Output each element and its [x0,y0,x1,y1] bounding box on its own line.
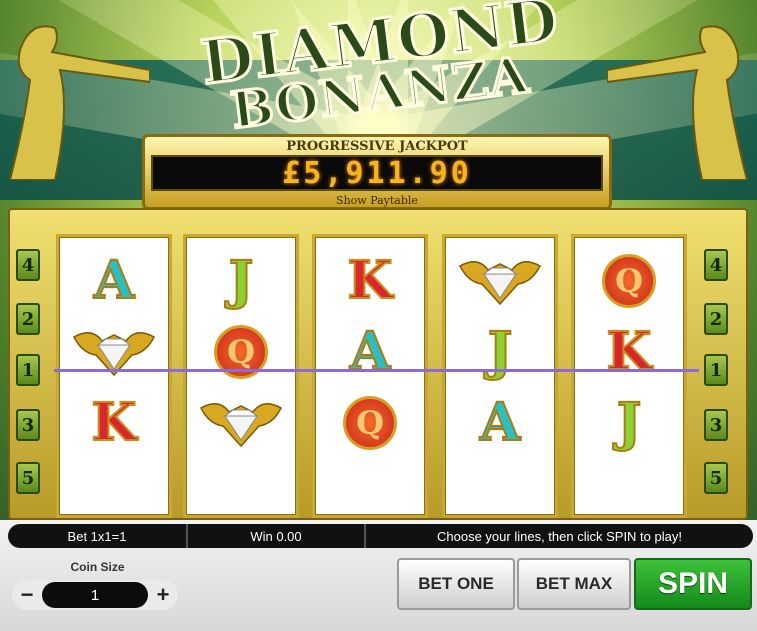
line-marker-left-4[interactable]: 4 [16,249,40,281]
art-deco-figure-right [607,25,749,180]
q-symbol: Q [602,253,656,308]
bet-max-button[interactable]: BET MAX [517,558,631,610]
line-marker-right-2[interactable]: 2 [704,303,728,335]
winged-diamond-symbol [445,245,555,316]
reel-symbol: J [186,245,296,316]
reel-symbol: Q [186,316,296,387]
art-deco-figure-left [8,25,150,180]
j-symbol: J [228,249,255,311]
spin-button[interactable]: SPIN [634,558,752,610]
reel-2: JQ [183,234,299,518]
show-paytable-link[interactable]: Show Paytable [145,194,609,207]
coin-decrease-button[interactable]: − [12,580,42,610]
line-marker-left-1[interactable]: 1 [16,354,40,386]
winged-diamond-icon [200,402,282,447]
slot-game: DIAMOND BONANZA PROGRESSIVE JACKPOT £5,9… [0,0,757,631]
reel-symbol: Q [574,245,684,316]
reel-4: JA [442,234,558,518]
line-marker-right-4[interactable]: 4 [704,249,728,281]
line-marker-left-2[interactable]: 2 [16,303,40,335]
reel-symbol: K [59,387,169,458]
status-bar: Bet 1x1=1 Win 0.00 Choose your lines, th… [8,524,753,548]
reel-symbol: A [315,316,425,387]
k-symbol: K [346,249,393,311]
reel-symbol: Q [315,387,425,458]
jackpot-display: £5,911.90 [151,155,603,191]
reel-5: QKJ [571,234,687,518]
q-symbol: Q [343,395,397,450]
reel-symbol: A [445,387,555,458]
reel-symbol: A [59,245,169,316]
line-marker-right-3[interactable]: 3 [704,409,728,441]
payline-1 [54,369,699,372]
reel-symbol: K [574,316,684,387]
reel-1: AK [56,234,172,518]
a-symbol: A [479,391,521,453]
jackpot-value: £5,911.90 [282,155,472,191]
coin-size-label: Coin Size [70,560,125,574]
line-marker-left-3[interactable]: 3 [16,409,40,441]
line-marker-right-1[interactable]: 1 [704,354,728,386]
coin-size-value: 1 [42,582,148,608]
reel-symbol: J [574,387,684,458]
bet-display: Bet 1x1=1 [8,524,188,548]
j-symbol: J [616,391,643,453]
k-symbol: K [90,391,137,453]
bet-one-button[interactable]: BET ONE [397,558,515,610]
a-symbol: A [93,249,135,311]
jackpot-panel: PROGRESSIVE JACKPOT £5,911.90 Show Payta… [142,134,612,210]
game-logo: DIAMOND BONANZA [196,0,564,142]
reel-symbol: K [315,245,425,316]
line-marker-left-5[interactable]: 5 [16,462,40,494]
line-marker-right-5[interactable]: 5 [704,462,728,494]
coin-size-stepper: − 1 + [12,580,178,610]
coin-increase-button[interactable]: + [148,580,178,610]
win-display: Win 0.00 [188,524,366,548]
winged-diamond-symbol [59,316,169,387]
reel-symbol: J [445,316,555,387]
winged-diamond-icon [459,260,541,305]
reel-3: KAQ [312,234,428,518]
status-message: Choose your lines, then click SPIN to pl… [437,528,682,544]
jackpot-label: PROGRESSIVE JACKPOT [286,139,468,154]
winged-diamond-symbol [186,387,296,458]
